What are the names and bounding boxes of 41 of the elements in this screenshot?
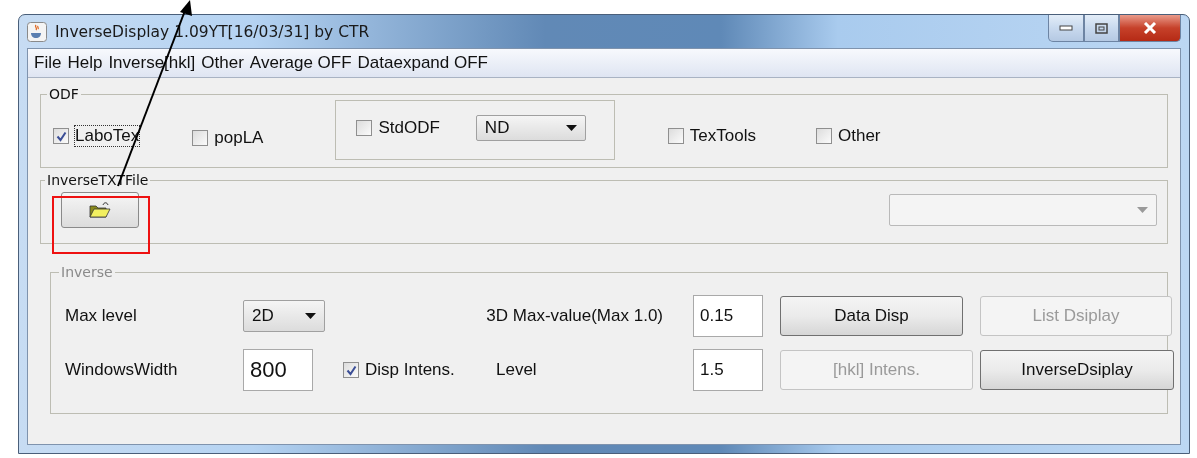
open-file-button[interactable] (61, 192, 139, 228)
dropdown-caret-icon (565, 125, 577, 131)
close-icon (1143, 22, 1157, 34)
group-title: ODF (48, 86, 80, 102)
checkbox[interactable] (343, 362, 359, 378)
minimize-button[interactable] (1048, 15, 1084, 42)
max-level-label: Max level (65, 306, 138, 326)
maximize-button[interactable] (1084, 15, 1119, 42)
checkbox[interactable] (667, 128, 684, 144)
checkbox-label: StdODF (378, 118, 440, 138)
checkbox[interactable] (53, 128, 69, 144)
menu-item[interactable]: Other (201, 53, 249, 73)
menu-item[interactable]: Help (67, 53, 108, 73)
inverse-display-button[interactable]: InverseDsiplay (980, 350, 1174, 390)
checkbox-label: TexTools (689, 126, 756, 146)
format-dropdown[interactable]: ND (475, 115, 586, 141)
minimize-icon (1059, 25, 1073, 31)
dropdown-caret-icon (305, 313, 316, 319)
java-cup-icon (27, 21, 47, 42)
max-level-dropdown[interactable]: 2D (243, 300, 325, 332)
close-button[interactable] (1119, 15, 1181, 42)
max-value-label: 3D Max-value(Max 1.0) (486, 306, 663, 326)
checkbox[interactable] (816, 128, 832, 144)
checkbox-label: Other (838, 126, 881, 146)
restore-icon (1095, 22, 1108, 34)
checkbox[interactable] (192, 130, 209, 146)
max-value-field[interactable]: 0.15 (693, 295, 763, 337)
dropdown-caret-icon (1137, 207, 1148, 213)
level-label: Level (496, 360, 538, 380)
windows-width-label: WindowsWidth (65, 360, 179, 380)
data-disp-button[interactable]: Data Disp (780, 296, 963, 336)
folder-icon (89, 201, 111, 219)
checkbox-label: popLA (214, 128, 264, 148)
menu-item[interactable]: Average OFF (249, 53, 357, 73)
checkbox[interactable] (356, 120, 373, 136)
menu-item[interactable]: Dataexpand OFF (357, 53, 493, 73)
group-title: Inverse (60, 264, 114, 280)
menu-item[interactable]: File (34, 53, 67, 73)
checkbox-label: Disp Intens. (365, 360, 455, 380)
windows-width-field[interactable]: 800 (243, 349, 313, 391)
level-field[interactable]: 1.5 (693, 349, 763, 391)
